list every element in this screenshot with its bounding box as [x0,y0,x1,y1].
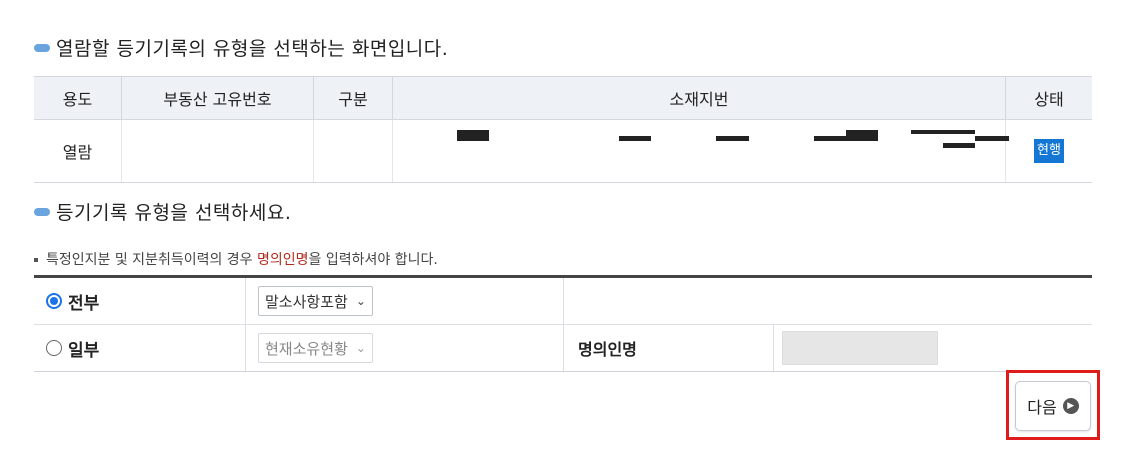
radio-all-label: 전부 [68,293,100,314]
arrow-right-icon: ▶ [1062,398,1079,414]
title-bullet-icon [34,207,50,216]
all-scope-value: 말소사항포함 [265,292,348,311]
radio-all[interactable] [46,293,62,309]
col-header-purpose: 용도 [34,76,122,120]
radio-partial-label: 일부 [68,340,100,361]
owner-name-note: 특정인지분 및 지분취득이력의 경우 명의인명을 입력하셔야 합니다. [34,249,438,269]
note-bullet-icon [34,258,38,262]
table-header-row: 용도 부동산 고유번호 구분 소재지번 상태 [34,76,1092,120]
next-button[interactable]: 다음 ▶ [1015,381,1091,431]
register-info-table: 용도 부동산 고유번호 구분 소재지번 상태 열람 현행 [34,76,1092,183]
radio-partial-option[interactable]: 일부 [34,325,246,371]
col-header-status: 상태 [1005,76,1092,120]
cell-owner-name [774,325,1092,371]
page-title: 열람할 등기기록의 유형을 선택하는 화면입니다. [34,34,448,61]
col-header-category: 구분 [313,76,393,120]
redaction-mark [814,136,848,141]
col-header-unique-no: 부동산 고유번호 [121,76,314,120]
owner-name-field[interactable] [782,331,938,365]
redaction-mark [619,136,651,141]
cell-unique-no [121,119,314,183]
option-row-all: 전부 말소사항포함 ⌄ [34,278,1092,324]
section-title: 등기기록 유형을 선택하세요. [34,198,291,225]
redaction-mark [911,130,975,134]
all-scope-select[interactable]: 말소사항포함 ⌄ [258,286,373,316]
radio-all-option[interactable]: 전부 [34,278,246,324]
option-row-partial: 일부 현재소유현황 ⌄ 명의인명 [34,324,1092,371]
cell-all-dropdown: 말소사항포함 ⌄ [246,278,564,324]
partial-scope-value: 현재소유현황 [265,339,348,358]
cell-purpose: 열람 [34,119,122,183]
owner-name-label: 명의인명 [564,325,774,371]
radio-partial[interactable] [46,340,62,356]
cell-partial-dropdown: 현재소유현황 ⌄ [246,325,564,371]
redaction-mark [716,136,749,141]
partial-scope-select[interactable]: 현재소유현황 ⌄ [258,333,373,363]
chevron-down-icon: ⌄ [355,341,366,355]
redaction-mark [943,143,975,148]
status-badge: 현행 [1034,139,1064,163]
table-row: 열람 현행 [34,119,1092,183]
cell-category [313,119,393,183]
section-title-text: 등기기록 유형을 선택하세요. [56,202,292,224]
page-title-text: 열람할 등기기록의 유형을 선택하는 화면입니다. [56,38,449,60]
record-type-selector: 전부 말소사항포함 ⌄ 일부 현재소유현황 ⌄ 명의인명 [34,275,1092,372]
redaction-mark [846,130,878,141]
col-header-address: 소재지번 [392,76,1006,120]
cell-address [392,119,1009,183]
chevron-down-icon: ⌄ [355,294,366,308]
note-highlight: 명의인명 [257,252,309,268]
cell-status: 현행 [1005,119,1092,183]
redaction-mark [975,136,1009,141]
title-bullet-icon [34,43,50,52]
redaction-mark [457,130,489,141]
next-button-label: 다음 [1027,398,1057,417]
